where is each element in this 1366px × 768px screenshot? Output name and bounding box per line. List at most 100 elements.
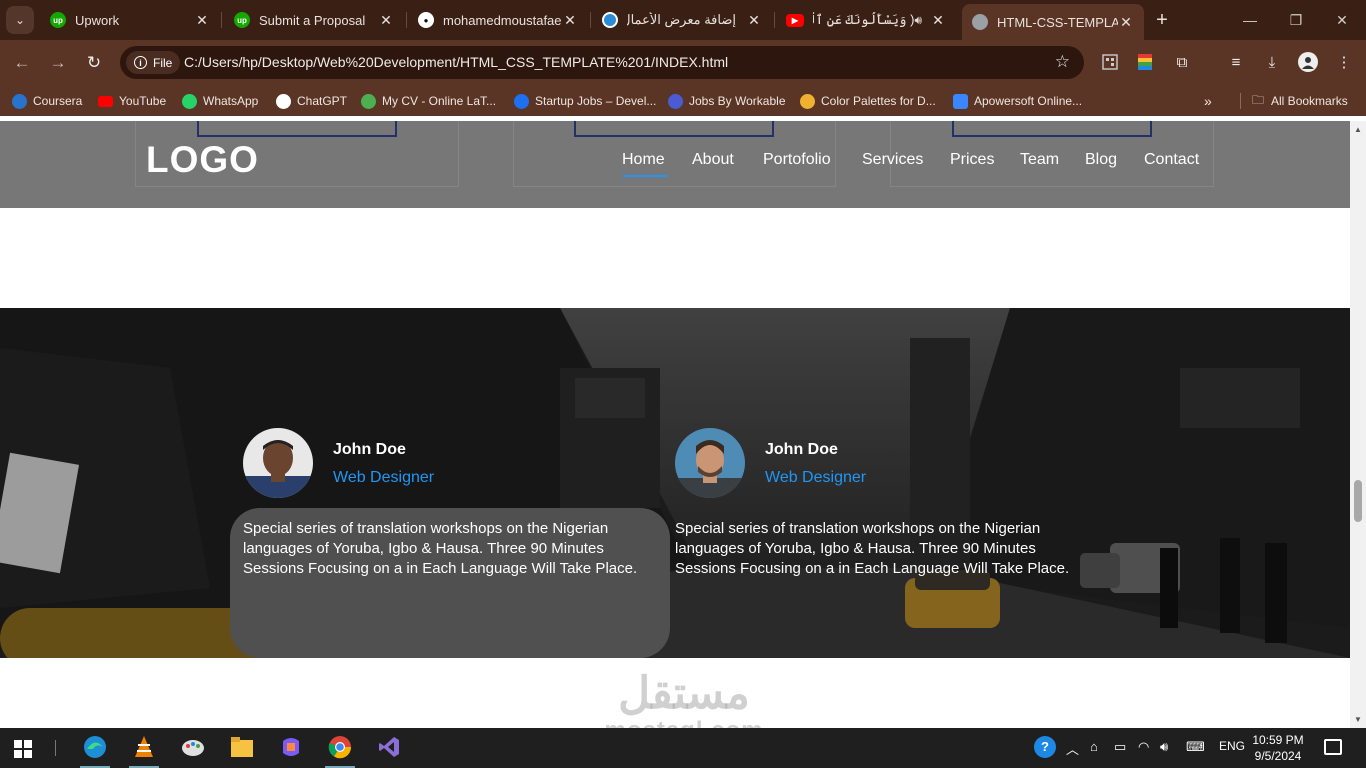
bookmark-workable[interactable]: Jobs By Workable bbox=[668, 92, 786, 110]
nav-link-about[interactable]: About bbox=[692, 151, 734, 169]
tab-github[interactable]: ● mohamedmoustafaeg ✕ bbox=[408, 4, 588, 36]
extensions-puzzle-icon[interactable]: ⧉ bbox=[1172, 52, 1192, 72]
nav-link-prices[interactable]: Prices bbox=[950, 151, 994, 169]
close-icon[interactable]: ✕ bbox=[194, 12, 210, 29]
bookmark-whatsapp[interactable]: WhatsApp bbox=[182, 92, 258, 110]
tab-youtube[interactable]: ▶ ( وَيَسْأَلُونَكَ عَنِ ٱلْجِ 🔊︎ ✕ bbox=[776, 4, 956, 36]
nav-link-home[interactable]: Home bbox=[622, 151, 665, 169]
wifi-icon[interactable]: ◠ bbox=[1138, 739, 1149, 755]
bookmarks-overflow-button[interactable]: » bbox=[1204, 92, 1212, 110]
reload-button[interactable]: ↻ bbox=[80, 49, 108, 77]
watermark-latin: mostaql.com bbox=[596, 717, 772, 728]
bookmark-label: Coursera bbox=[33, 94, 83, 108]
tab-divider bbox=[590, 12, 591, 28]
bookmark-color-palettes[interactable]: Color Palettes for D... bbox=[800, 92, 936, 110]
url-text[interactable]: C:/Users/hp/Desktop/Web%20Development/HT… bbox=[184, 54, 728, 70]
tab-label: mohamedmoustafaeg bbox=[443, 12, 562, 28]
file-explorer-icon[interactable] bbox=[229, 734, 255, 760]
help-icon[interactable]: ? bbox=[1034, 736, 1056, 758]
all-bookmarks-button[interactable]: 🗀︎ All Bookmarks bbox=[1252, 92, 1348, 110]
notification-center-icon[interactable] bbox=[1324, 739, 1342, 755]
testimonial-role: Web Designer bbox=[333, 469, 435, 486]
tab-label: Upwork bbox=[75, 12, 120, 28]
tab-submit-proposal[interactable]: up Submit a Proposal ✕ bbox=[224, 4, 404, 36]
battery-icon[interactable]: ▭ bbox=[1114, 739, 1126, 755]
bookmark-chatgpt[interactable]: ChatGPT bbox=[276, 92, 347, 110]
forward-button[interactable]: → bbox=[44, 49, 72, 77]
chevron-up-icon[interactable]: ︿ bbox=[1066, 739, 1079, 758]
bookmark-startup-jobs[interactable]: Startup Jobs – Devel... bbox=[514, 92, 656, 110]
close-icon[interactable]: ✕ bbox=[378, 12, 394, 29]
scroll-down-arrow-icon[interactable]: ▼ bbox=[1354, 715, 1362, 724]
nav-link-blog[interactable]: Blog bbox=[1085, 151, 1117, 169]
bookmark-coursera[interactable]: Coursera bbox=[12, 92, 82, 110]
restore-button[interactable]: ❐ bbox=[1284, 8, 1308, 32]
nav-link-team[interactable]: Team bbox=[1020, 151, 1059, 169]
nav-link-portofolio[interactable]: Portofolio bbox=[763, 151, 831, 169]
input-language[interactable]: ENG bbox=[1219, 739, 1245, 753]
testimonial-text: Special series of translation workshops … bbox=[675, 520, 1070, 577]
avatar bbox=[243, 428, 313, 498]
feature-box-bar bbox=[574, 121, 774, 137]
bookmark-star-icon[interactable]: ☆ bbox=[1055, 52, 1070, 72]
back-button[interactable]: ← bbox=[8, 49, 36, 77]
copilot-icon[interactable] bbox=[278, 734, 304, 760]
tab-html-css-template[interactable]: HTML-CSS-TEMPLATE ✕ bbox=[962, 4, 1144, 40]
profile-avatar[interactable] bbox=[1298, 52, 1318, 72]
scrollbar-thumb[interactable] bbox=[1354, 480, 1362, 522]
bookmark-apowersoft[interactable]: Apowersoft Online... bbox=[953, 92, 1082, 110]
more-menu-icon[interactable]: ⋮ bbox=[1334, 52, 1354, 72]
testimonial-role: Web Designer bbox=[765, 469, 867, 486]
clock-time: 10:59 PM bbox=[1252, 733, 1304, 747]
bookmark-youtube[interactable]: YouTube bbox=[98, 92, 166, 110]
apowersoft-icon bbox=[953, 93, 968, 109]
tab-label: إضافة معرض الأعمال | bbox=[627, 12, 736, 27]
visual-studio-icon[interactable] bbox=[376, 734, 402, 760]
volume-icon[interactable]: 🔊︎ bbox=[1160, 739, 1168, 755]
new-tab-button[interactable]: + bbox=[1150, 8, 1174, 32]
tab-label: ( وَيَسْأَلُونَكَ عَنِ ٱلْجِ bbox=[813, 12, 915, 27]
extension-colorzilla-icon[interactable] bbox=[1135, 52, 1155, 72]
tab-mostaql[interactable]: إضافة معرض الأعمال | ✕ bbox=[592, 4, 772, 36]
watermark-arabic: مستقل bbox=[618, 669, 750, 718]
testimonial-name: John Doe bbox=[333, 441, 406, 458]
header-section: LOGO Home About Portofolio Services Pric… bbox=[0, 121, 1350, 208]
close-icon[interactable]: ✕ bbox=[1118, 14, 1134, 31]
qr-code-icon[interactable] bbox=[1100, 52, 1120, 72]
site-logo[interactable]: LOGO bbox=[146, 139, 259, 181]
vlc-icon[interactable] bbox=[131, 734, 157, 760]
site-info-chip[interactable]: i File bbox=[126, 51, 181, 74]
tab-divider bbox=[774, 12, 775, 28]
web-page-viewport: LOGO Home About Portofolio Services Pric… bbox=[0, 121, 1350, 728]
meet-now-icon[interactable]: ⌂ bbox=[1090, 739, 1098, 754]
close-icon[interactable]: ✕ bbox=[746, 12, 762, 29]
arrow-right-icon: → bbox=[49, 53, 67, 72]
github-icon: ● bbox=[418, 12, 434, 28]
speaker-icon[interactable]: 🔊︎ bbox=[914, 13, 922, 28]
tab-search-button[interactable]: ⌄ bbox=[6, 6, 34, 34]
nav-active-indicator bbox=[623, 175, 667, 177]
minimize-icon: — bbox=[1243, 12, 1257, 28]
close-icon[interactable]: ✕ bbox=[930, 12, 946, 29]
minimize-button[interactable]: — bbox=[1238, 8, 1262, 32]
system-clock[interactable]: 10:59 PM 9/5/2024 bbox=[1248, 732, 1308, 764]
window-close-button[interactable]: ✕ bbox=[1330, 8, 1354, 32]
keyboard-icon[interactable]: ⌨ bbox=[1186, 739, 1205, 755]
address-bar[interactable]: i File C:/Users/hp/Desktop/Web%20Develop… bbox=[120, 46, 1084, 79]
paint-icon[interactable] bbox=[180, 734, 206, 760]
edge-icon[interactable] bbox=[82, 734, 108, 760]
tab-upwork[interactable]: up Upwork ✕ bbox=[40, 4, 220, 36]
nav-link-contact[interactable]: Contact bbox=[1144, 151, 1199, 169]
scroll-up-arrow-icon[interactable]: ▲ bbox=[1354, 125, 1362, 134]
nav-link-services[interactable]: Services bbox=[862, 151, 923, 169]
chrome-icon[interactable] bbox=[327, 734, 353, 760]
mostaql-icon bbox=[602, 12, 618, 28]
bookmark-label: My CV - Online LaT... bbox=[382, 94, 497, 108]
tab-label: HTML-CSS-TEMPLATE bbox=[997, 14, 1118, 30]
page-scrollbar[interactable]: ▲ ▼ bbox=[1350, 121, 1366, 728]
close-icon[interactable]: ✕ bbox=[562, 12, 578, 29]
download-icon[interactable]: ⤓ bbox=[1262, 52, 1282, 72]
windows-start-icon[interactable] bbox=[14, 740, 32, 758]
media-controls-icon[interactable]: ≡ bbox=[1226, 52, 1246, 72]
bookmark-my-cv[interactable]: My CV - Online LaT... bbox=[361, 92, 496, 110]
